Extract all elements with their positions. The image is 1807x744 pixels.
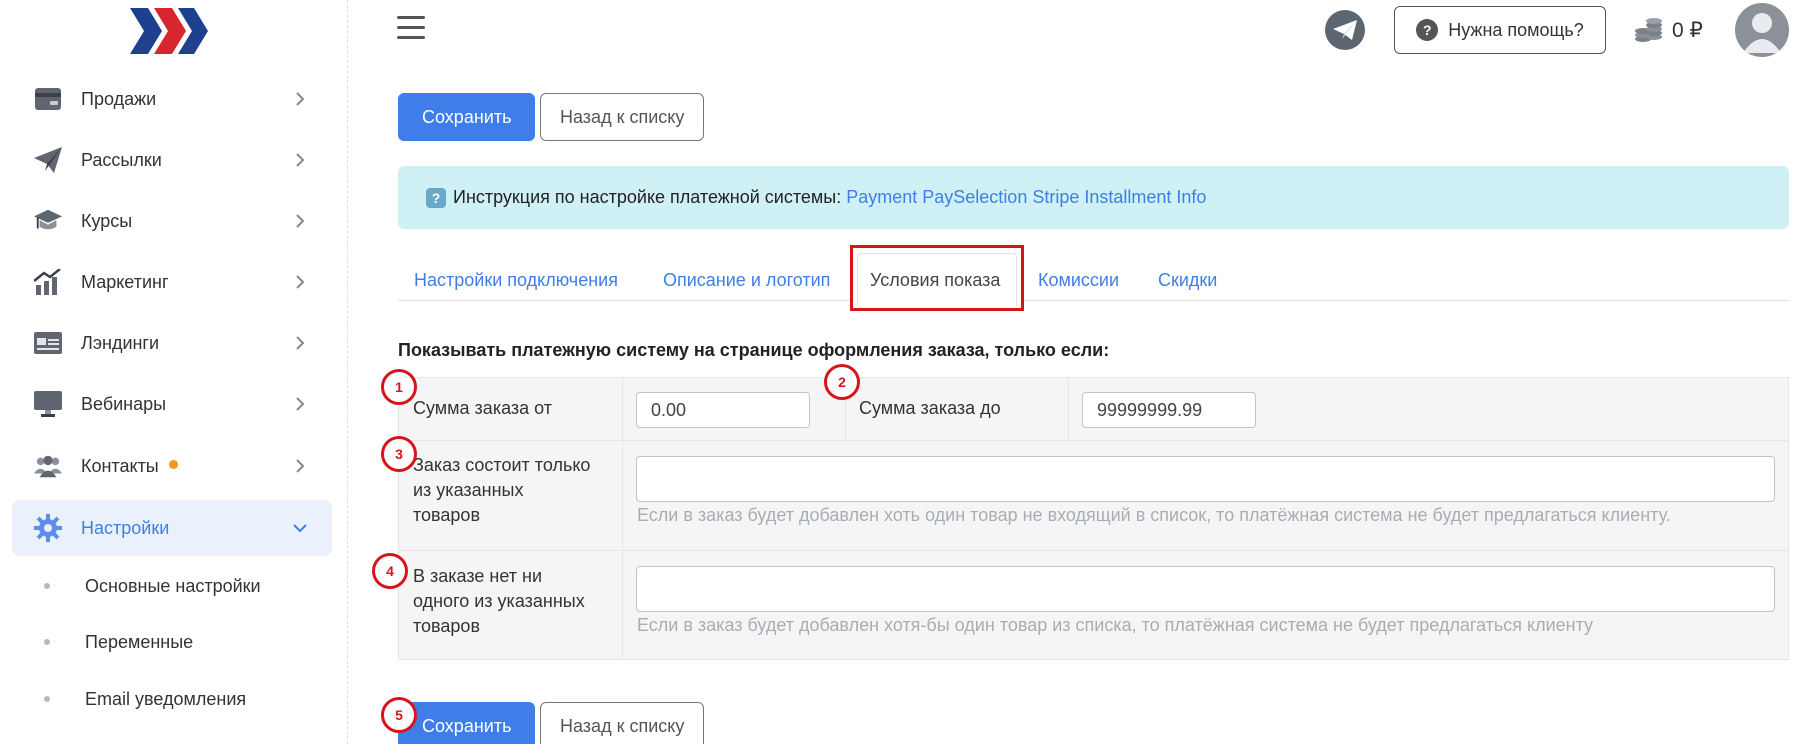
avatar[interactable] xyxy=(1735,3,1789,57)
bullet-icon xyxy=(44,583,50,589)
tabs-divider xyxy=(398,300,1789,301)
sidebar-item-label: Рассылки xyxy=(81,149,162,170)
chevron-right-icon xyxy=(296,214,305,228)
sidebar-item-webinars[interactable]: Вебинары xyxy=(12,376,332,432)
balance[interactable]: 0 ₽ xyxy=(1634,16,1703,44)
gear-icon xyxy=(34,514,62,542)
marker-3: 3 xyxy=(381,436,417,472)
only-items-select[interactable] xyxy=(636,456,1775,502)
back-to-list-button-bottom[interactable]: Назад к списку xyxy=(540,702,705,744)
none-items-select[interactable] xyxy=(636,566,1775,612)
conditions-table: Сумма заказа от 0.00 Сумма заказа до 999… xyxy=(398,377,1789,660)
chevron-right-icon xyxy=(296,459,305,473)
marker-2: 2 xyxy=(824,364,860,400)
users-icon xyxy=(34,452,62,480)
sidebar-item-label: Маркетинг xyxy=(81,271,169,292)
sidebar-item-label: Курсы xyxy=(81,210,133,231)
sum-from-label: Сумма заказа от xyxy=(413,398,553,418)
paper-plane-icon xyxy=(34,146,62,174)
tab-commissions[interactable]: Комиссии xyxy=(1038,262,1119,298)
landing-page-icon xyxy=(34,329,62,357)
logo[interactable] xyxy=(128,6,210,56)
none-items-label: В заказе нет ни одного из указанных това… xyxy=(413,566,585,636)
wallet-icon xyxy=(34,85,62,113)
tab-display-conditions[interactable]: Условия показа xyxy=(870,262,1000,298)
save-button-bottom[interactable]: Сохранить xyxy=(398,702,536,744)
sidebar-item-courses[interactable]: Курсы xyxy=(12,193,332,249)
none-items-hint: Если в заказ будет добавлен хотя-бы один… xyxy=(637,615,1594,635)
menu-toggle-icon[interactable] xyxy=(397,16,425,42)
sum-from-input[interactable]: 0.00 xyxy=(636,392,810,428)
sidebar-subitem-email-notifications[interactable]: Email уведомления xyxy=(44,684,246,714)
chevron-down-icon xyxy=(293,524,307,533)
sidebar: Продажи Рассылки Курсы Маркетинг Лэндинг… xyxy=(0,0,348,744)
chevron-right-icon xyxy=(296,92,305,106)
chevron-right-icon xyxy=(296,153,305,167)
tab-connection-settings[interactable]: Настройки подключения xyxy=(414,262,618,298)
graduation-cap-icon xyxy=(34,207,62,235)
sidebar-item-label: Контакты xyxy=(81,456,178,477)
sidebar-item-label: Вебинары xyxy=(81,393,167,414)
sidebar-item-settings[interactable]: Настройки xyxy=(12,500,332,556)
sidebar-subitem-variables[interactable]: Переменные xyxy=(44,627,193,657)
sidebar-item-mailings[interactable]: Рассылки xyxy=(12,132,332,188)
save-button[interactable]: Сохранить xyxy=(398,93,536,141)
sidebar-item-label: Лэндинги xyxy=(81,332,160,353)
tab-description-logo[interactable]: Описание и логотип xyxy=(663,262,830,298)
tab-discounts[interactable]: Скидки xyxy=(1158,262,1217,298)
info-alert: ? Инструкция по настройке платежной сист… xyxy=(398,166,1789,229)
sidebar-item-marketing[interactable]: Маркетинг xyxy=(12,254,332,310)
question-icon: ? xyxy=(1416,19,1439,41)
sum-to-label: Сумма заказа до xyxy=(859,398,1001,418)
section-title: Показывать платежную систему на странице… xyxy=(398,340,1110,360)
sidebar-subitem-main-settings[interactable]: Основные настройки xyxy=(44,571,261,601)
sidebar-item-sales[interactable]: Продажи xyxy=(12,71,332,127)
coins-icon xyxy=(1635,18,1662,42)
sidebar-item-contacts[interactable]: Контакты xyxy=(12,438,332,494)
chevron-right-icon xyxy=(296,397,305,411)
notification-dot xyxy=(168,460,178,470)
sidebar-item-label: Продажи xyxy=(81,88,157,109)
question-icon: ? xyxy=(426,187,446,208)
marker-1: 1 xyxy=(381,369,417,405)
chevron-right-icon xyxy=(296,336,305,350)
only-items-hint: Если в заказ будет добавлен хоть один то… xyxy=(637,505,1671,525)
sidebar-item-landings[interactable]: Лэндинги xyxy=(12,315,332,371)
marker-5: 5 xyxy=(381,697,417,733)
chart-growth-icon xyxy=(34,268,62,296)
help-button[interactable]: ? Нужна помощь? xyxy=(1394,6,1606,54)
sidebar-item-label: Настройки xyxy=(81,517,170,538)
bullet-icon xyxy=(44,639,50,645)
bullet-icon xyxy=(44,696,50,702)
instruction-link[interactable]: Payment PaySelection Stripe Installment … xyxy=(846,187,1206,208)
only-items-label: Заказ состоит только из указанных товаро… xyxy=(413,455,591,525)
monitor-icon xyxy=(34,390,62,418)
chevron-right-icon xyxy=(296,275,305,289)
sum-to-input[interactable]: 99999999.99 xyxy=(1082,392,1256,428)
telegram-icon[interactable] xyxy=(1325,10,1365,50)
marker-4: 4 xyxy=(372,553,408,589)
back-to-list-button[interactable]: Назад к списку xyxy=(540,93,705,141)
